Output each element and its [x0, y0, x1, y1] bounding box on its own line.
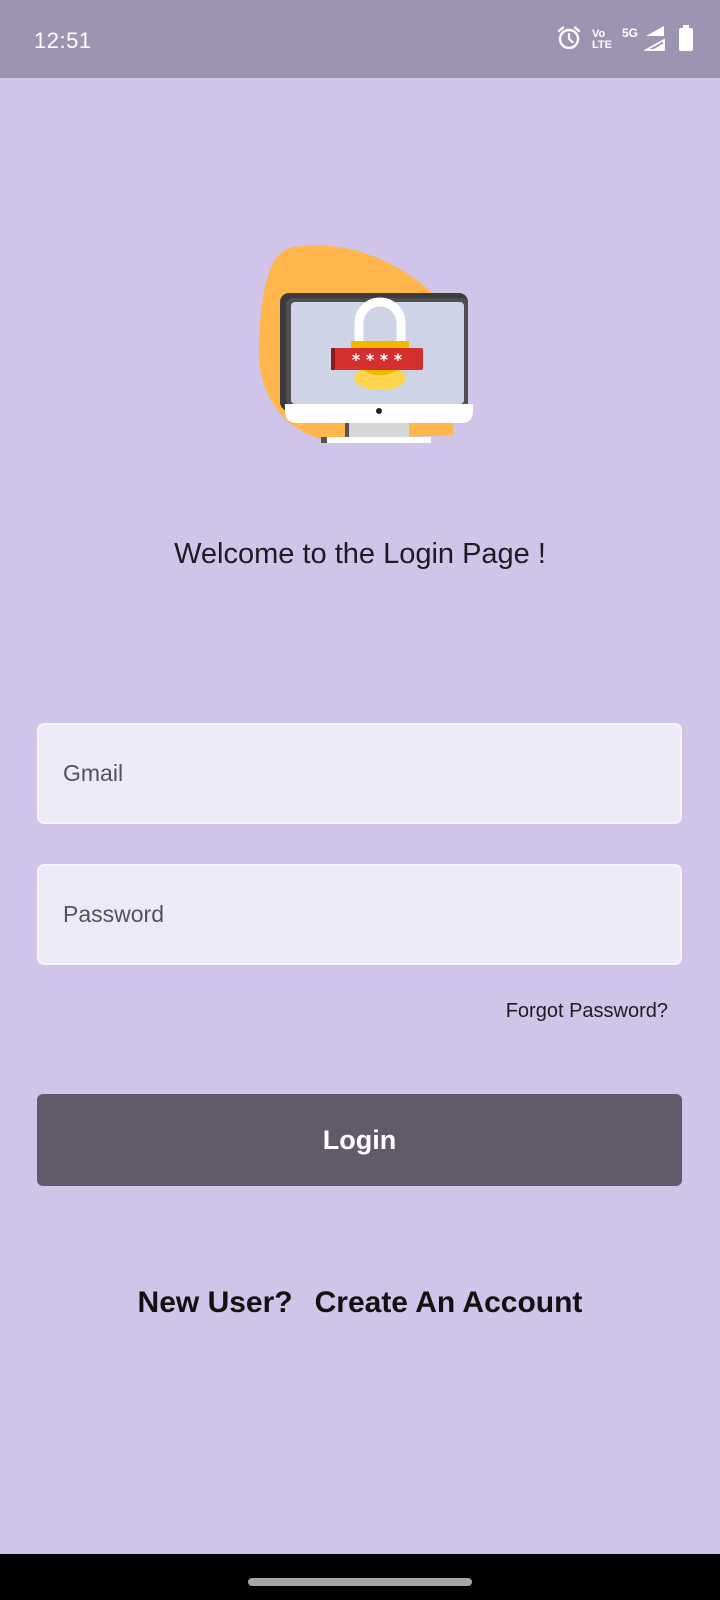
- monitor-padlock-icon: * * * *: [258, 245, 473, 443]
- email-field-container[interactable]: [37, 723, 682, 824]
- network-type: 5G: [621, 26, 638, 40]
- forgot-password-link[interactable]: Forgot Password?: [506, 1000, 668, 1023]
- alarm-icon: [556, 25, 582, 56]
- volte-bottom-text: LTE: [592, 39, 612, 51]
- battery-icon: [678, 24, 694, 56]
- create-account-link[interactable]: Create An Account: [315, 1286, 583, 1319]
- home-gesture-handle[interactable]: [248, 1578, 472, 1586]
- signal-icon: [642, 24, 668, 57]
- status-bar: 12:51 Vo LTE 5G: [0, 0, 720, 78]
- status-time: 12:51: [34, 28, 92, 53]
- email-input[interactable]: [61, 759, 658, 788]
- volte-icon: Vo LTE: [592, 29, 612, 51]
- hero-illustration: * * * *: [255, 245, 485, 460]
- login-button[interactable]: Login: [37, 1094, 682, 1186]
- navigation-bar: [0, 1554, 720, 1600]
- welcome-title: Welcome to the Login Page !: [174, 538, 546, 570]
- password-field-container[interactable]: [37, 864, 682, 965]
- status-icons: Vo LTE 5G: [556, 24, 694, 56]
- signup-row: New User? Create An Account: [0, 1286, 720, 1320]
- svg-text:* * * *: * * * *: [352, 350, 403, 369]
- password-input[interactable]: [61, 900, 658, 929]
- new-user-label: New User?: [137, 1286, 293, 1319]
